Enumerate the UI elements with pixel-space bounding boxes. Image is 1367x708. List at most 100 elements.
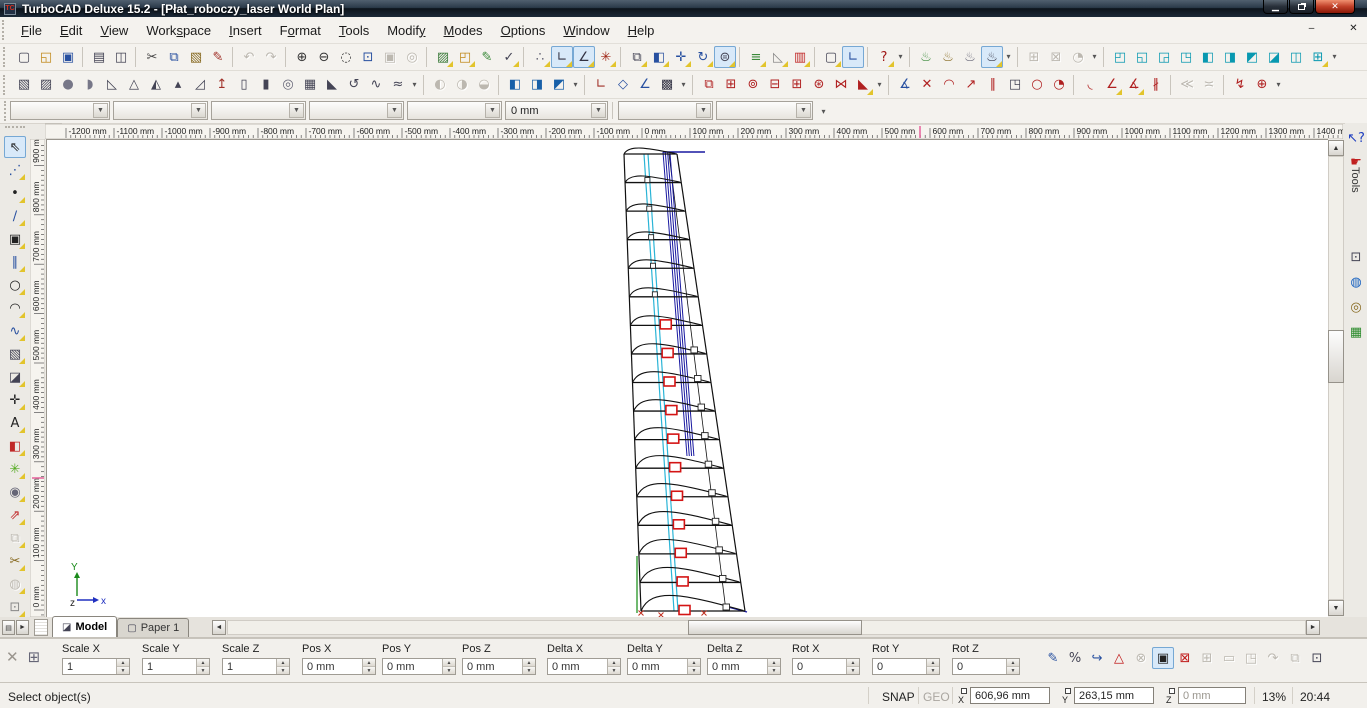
sphere-button[interactable]: ● xyxy=(57,74,79,96)
circle-modify-button[interactable]: ○ xyxy=(1026,74,1048,96)
shrink-button[interactable]: ∥ xyxy=(982,74,1004,96)
select-frame-button[interactable]: ⊡ xyxy=(1346,247,1366,268)
hatch-pattern-button[interactable]: ▩ xyxy=(656,74,678,96)
menu-tools[interactable]: Tools xyxy=(330,19,378,42)
coord-z-field[interactable]: 0 mm xyxy=(1178,687,1246,704)
menu-help[interactable]: Help xyxy=(619,19,664,42)
property-combo-7[interactable]: ▼ xyxy=(618,101,713,120)
field-input[interactable]: 1▲▼ xyxy=(142,658,210,675)
app-icon[interactable]: TC xyxy=(4,3,16,15)
spinner[interactable]: ▲▼ xyxy=(522,659,535,674)
mdi-close-button[interactable]: ✕ xyxy=(1346,21,1361,36)
arc-modify-button[interactable]: ◠ xyxy=(938,74,960,96)
overflow-6-button[interactable]: ▾ xyxy=(570,74,581,96)
render-mode-button[interactable]: ⊜ xyxy=(714,46,736,68)
render-quality-button[interactable]: ♨ xyxy=(981,46,1003,68)
tab-model[interactable]: ◪Model xyxy=(52,616,117,637)
ortho-mode-button[interactable]: ∟ xyxy=(551,46,573,68)
no-frame-button[interactable]: ⊠ xyxy=(1174,647,1196,669)
chevron-down-icon[interactable]: ▼ xyxy=(387,103,402,118)
combo-overflow-button[interactable]: ▾ xyxy=(818,101,829,123)
oblique-cone-button[interactable]: ▴ xyxy=(167,74,189,96)
snap-toggle[interactable]: SNAP xyxy=(882,690,915,704)
zoom-window-button[interactable]: ◌ xyxy=(335,46,357,68)
delta-warning-button[interactable]: △ xyxy=(1108,647,1130,669)
offset-cylinder-button[interactable]: ▮ xyxy=(255,74,277,96)
open-button[interactable]: ◱ xyxy=(35,46,57,68)
solid-intersect-button[interactable]: ◩ xyxy=(548,74,570,96)
mdi-minimize-button[interactable]: – xyxy=(1304,21,1319,36)
field-input[interactable]: 0 mm▲▼ xyxy=(382,658,456,675)
open-palette-button[interactable]: ◰ xyxy=(454,46,476,68)
overflow-8-button[interactable]: ▾ xyxy=(874,74,885,96)
view-front-button[interactable]: ◱ xyxy=(1131,46,1153,68)
ucs-origin-button[interactable]: ∟ xyxy=(590,74,612,96)
explode-bulb-button[interactable]: ↯ xyxy=(1229,74,1251,96)
restore-button[interactable] xyxy=(1289,0,1314,14)
save-button[interactable]: ▣ xyxy=(57,46,79,68)
paint-fill-button[interactable]: ◧ xyxy=(4,435,26,457)
menu-insert[interactable]: Insert xyxy=(220,19,271,42)
camera-view-button[interactable]: ◧ xyxy=(648,46,670,68)
world-globe-button[interactable]: ◍ xyxy=(1346,272,1366,293)
cylinder-button[interactable]: ▯ xyxy=(233,74,255,96)
overflow-4-button[interactable]: ▾ xyxy=(1329,46,1340,68)
format-painter-button[interactable]: ✎ xyxy=(207,46,229,68)
mirror-button[interactable]: ⋈ xyxy=(830,74,852,96)
sketch-pen-button[interactable]: ✎ xyxy=(476,46,498,68)
field-input[interactable]: 0 mm▲▼ xyxy=(627,658,701,675)
context-help-button[interactable]: ↖? xyxy=(1346,128,1366,149)
field-input[interactable]: 1▲▼ xyxy=(222,658,290,675)
workplane-button[interactable]: ◺ xyxy=(767,46,789,68)
spinner[interactable]: ▲▼ xyxy=(687,659,700,674)
menu-window[interactable]: Window xyxy=(554,19,618,42)
field-input[interactable]: 0 mm▲▼ xyxy=(547,658,621,675)
view-left-button[interactable]: ◧ xyxy=(1197,46,1219,68)
menu-file[interactable]: File xyxy=(12,19,51,42)
property-combo-2[interactable]: ▼ xyxy=(113,101,208,120)
coord-x-field[interactable]: 606,96 mm xyxy=(970,687,1050,704)
scroll-down-button[interactable]: ▼ xyxy=(1328,600,1344,616)
menu-edit[interactable]: Edit xyxy=(51,19,91,42)
horizontal-scrollbar-thumb[interactable] xyxy=(688,620,862,635)
sweep-3d-button[interactable]: ≈ xyxy=(387,74,409,96)
property-combo-1[interactable]: ▼ xyxy=(10,101,110,120)
chevron-down-icon[interactable]: ▼ xyxy=(591,103,606,118)
trim-button[interactable]: ✕ xyxy=(916,74,938,96)
zoom-extents-button[interactable]: ⊡ xyxy=(357,46,379,68)
radial-array-button[interactable]: ⊛ xyxy=(808,74,830,96)
property-combo-4[interactable]: ▼ xyxy=(309,101,404,120)
measure-angle-button[interactable]: ∠ xyxy=(634,74,656,96)
curve-pick-button[interactable]: ↪ xyxy=(1086,647,1108,669)
view-iso-ne-button[interactable]: ◫ xyxy=(1285,46,1307,68)
arc-button[interactable]: ◠ xyxy=(4,297,26,319)
new-window-button[interactable]: ⧉ xyxy=(626,46,648,68)
spinner[interactable]: ▲▼ xyxy=(1006,659,1019,674)
menu-format[interactable]: Format xyxy=(271,19,330,42)
overflow-5-button[interactable]: ▾ xyxy=(409,74,420,96)
select-button[interactable]: ⇖ xyxy=(4,136,26,158)
array-copy-button[interactable]: ⊞ xyxy=(786,74,808,96)
camera-eye-button[interactable]: ◉ xyxy=(4,481,26,503)
pie-modify-button[interactable]: ◔ xyxy=(1048,74,1070,96)
overflow-3-button[interactable]: ▾ xyxy=(1089,46,1100,68)
view-top-button[interactable]: ◰ xyxy=(1109,46,1131,68)
field-input[interactable]: 0 mm▲▼ xyxy=(462,658,536,675)
chevron-down-icon[interactable]: ▼ xyxy=(93,103,108,118)
knife-button[interactable]: ✂ xyxy=(4,550,26,572)
render-draft-button[interactable]: ♨ xyxy=(959,46,981,68)
palette-button[interactable]: ▦ xyxy=(1346,322,1366,343)
drawing-canvas[interactable]: Yxz xyxy=(46,139,1328,617)
mirror-copy-button[interactable]: ⊟ xyxy=(764,74,786,96)
menu-options[interactable]: Options xyxy=(492,19,555,42)
minimize-button[interactable]: ▁ xyxy=(1263,0,1288,14)
zoom-in-button[interactable]: ⊕ xyxy=(291,46,313,68)
prism-button[interactable]: △ xyxy=(123,74,145,96)
property-combo-5[interactable]: ▼ xyxy=(407,101,502,120)
snap-modes-button[interactable]: ✳ xyxy=(4,458,26,480)
spinner[interactable]: ▲▼ xyxy=(607,659,620,674)
new-button[interactable]: ▢ xyxy=(13,46,35,68)
aperture-snap-button[interactable]: ✳ xyxy=(595,46,617,68)
box-tool-button[interactable]: ▧ xyxy=(4,343,26,365)
spline-curve-button[interactable]: ∿ xyxy=(4,320,26,342)
